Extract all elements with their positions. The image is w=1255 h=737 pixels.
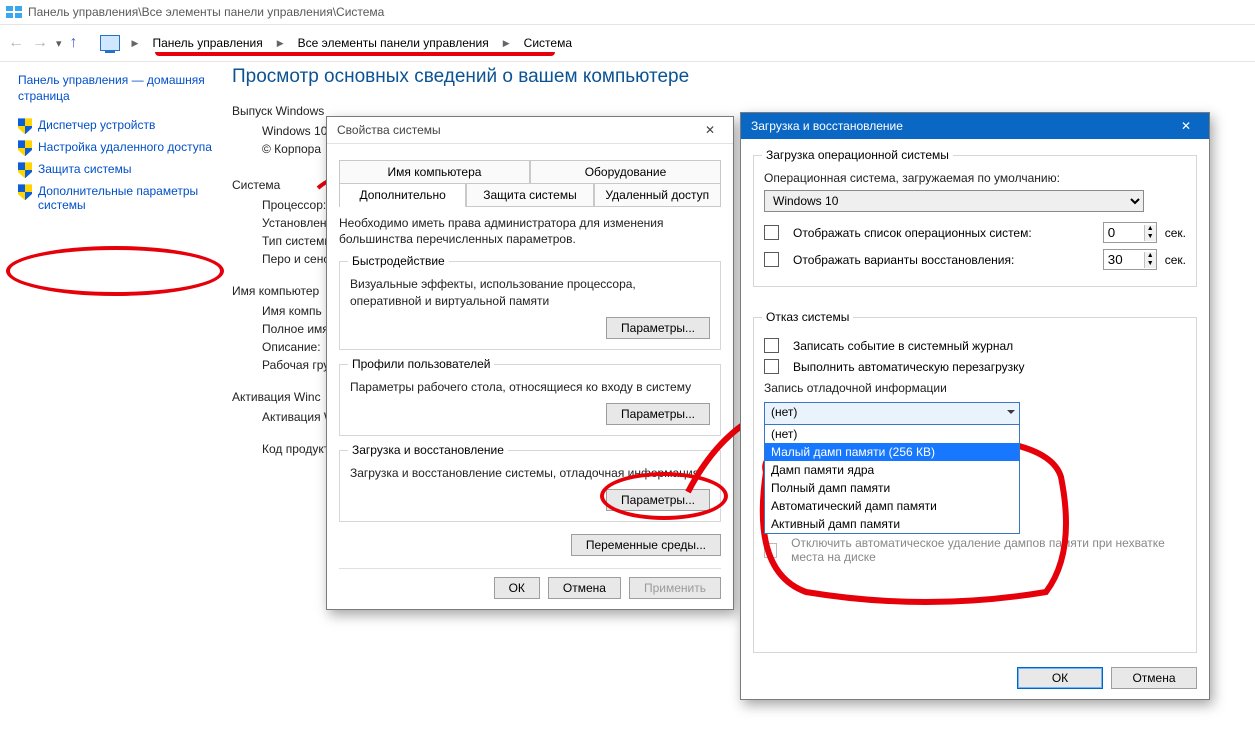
group-system-failure: Отказ системы Записать событие в системн…	[753, 317, 1197, 653]
auto-restart-label: Выполнить автоматическую перезагрузку	[793, 360, 1025, 374]
tab-hardware[interactable]: Оборудование	[530, 160, 721, 183]
close-icon[interactable]: ✕	[1167, 115, 1205, 137]
dump-type-option[interactable]: Дамп памяти ядра	[765, 461, 1019, 479]
default-os-label: Операционная система, загружаемая по умо…	[764, 170, 1186, 186]
back-arrow-icon[interactable]: ←	[8, 34, 24, 52]
ok-button[interactable]: ОК	[494, 577, 540, 599]
app-icon	[6, 6, 22, 18]
group-title: Профили пользователей	[348, 357, 494, 371]
oslist-seconds-value[interactable]	[1104, 223, 1144, 242]
breadcrumb-all-items[interactable]: Все элементы панели управления	[298, 36, 489, 50]
dump-type-option[interactable]: Малый дамп памяти (256 КВ)	[765, 443, 1019, 461]
dialog-titlebar[interactable]: Загрузка и восстановление ✕	[741, 113, 1209, 139]
dump-label: Запись отладочной информации	[764, 380, 1186, 396]
write-event-label: Записать событие в системный журнал	[793, 339, 1013, 353]
startup-settings-button[interactable]: Параметры...	[606, 489, 710, 511]
recovery-seconds-spinner[interactable]: ▲▼	[1103, 249, 1157, 270]
recovery-seconds-value[interactable]	[1104, 250, 1144, 269]
dump-type-option[interactable]: Полный дамп памяти	[765, 479, 1019, 497]
dump-type-option[interactable]: (нет)	[765, 425, 1019, 443]
annotation-circle-sidebar	[6, 246, 224, 296]
tab-system-protection[interactable]: Защита системы	[466, 183, 593, 206]
recovery-label: Отображать варианты восстановления:	[793, 253, 1095, 267]
sidebar-item-label: Настройка удаленного доступа	[38, 140, 212, 154]
spin-down-icon[interactable]: ▼	[1145, 260, 1156, 268]
shield-icon	[18, 118, 32, 134]
shield-icon	[18, 162, 32, 178]
system-properties-dialog: Свойства системы ✕ Имя компьютера Оборуд…	[326, 116, 734, 610]
group-user-profiles: Профили пользователей Параметры рабочего…	[339, 364, 721, 436]
auto-restart-checkbox[interactable]	[764, 359, 779, 374]
control-panel-sidebar: Панель управления — домашняя страница Ди…	[0, 64, 244, 226]
group-performance: Быстродействие Визуальные эффекты, испол…	[339, 261, 721, 349]
ok-button[interactable]: ОК	[1017, 667, 1103, 689]
up-arrow-icon[interactable]: ↑	[70, 34, 78, 52]
oslist-label: Отображать список операционных систем:	[793, 226, 1095, 240]
write-event-checkbox[interactable]	[764, 338, 779, 353]
close-icon[interactable]: ✕	[691, 119, 729, 141]
performance-text: Визуальные эффекты, использование процес…	[350, 276, 710, 308]
cancel-button[interactable]: Отмена	[1111, 667, 1197, 689]
sidebar-item-system-protection[interactable]: Защита системы	[18, 162, 238, 178]
sidebar-item-label: Защита системы	[38, 162, 131, 176]
apply-button[interactable]: Применить	[629, 577, 721, 599]
disable-autodelete-checkbox[interactable]	[764, 543, 777, 558]
sidebar-home-link[interactable]: Панель управления — домашняя страница	[18, 72, 238, 104]
tab-computer-name[interactable]: Имя компьютера	[339, 160, 530, 183]
breadcrumb-root[interactable]: Панель управления	[152, 36, 262, 50]
group-system-startup: Загрузка операционной системы Операционн…	[753, 155, 1197, 287]
shield-icon	[18, 184, 32, 200]
environment-variables-button[interactable]: Переменные среды...	[571, 534, 721, 556]
breadcrumb-system[interactable]: Система	[524, 36, 572, 50]
group-title: Быстродействие	[348, 254, 449, 268]
forward-arrow-icon: →	[32, 34, 48, 52]
dump-type-option[interactable]: Автоматический дамп памяти	[765, 497, 1019, 515]
group-startup-recovery: Загрузка и восстановление Загрузка и вос…	[339, 450, 721, 522]
cancel-button[interactable]: Отмена	[548, 577, 621, 599]
recovery-checkbox[interactable]	[764, 252, 779, 267]
spin-down-icon[interactable]: ▼	[1145, 233, 1156, 241]
shield-icon	[18, 140, 32, 156]
spin-up-icon[interactable]: ▲	[1145, 252, 1156, 260]
dump-type-selected[interactable]: (нет)	[764, 402, 1020, 426]
tab-remote[interactable]: Удаленный доступ	[594, 183, 721, 206]
admin-hint: Необходимо иметь права администратора дл…	[339, 215, 721, 247]
disable-autodelete-label: Отключить автоматическое удаление дампов…	[791, 536, 1186, 564]
startup-text: Загрузка и восстановление системы, отлад…	[350, 465, 710, 481]
seconds-label: сек.	[1165, 253, 1186, 267]
tab-strip: Имя компьютера Оборудование Дополнительн…	[339, 160, 721, 207]
profiles-text: Параметры рабочего стола, относящиеся ко…	[350, 379, 710, 395]
sidebar-item-advanced-system-settings[interactable]: Дополнительные параметры системы	[18, 184, 238, 212]
group-title: Загрузка и восстановление	[348, 443, 508, 457]
profiles-settings-button[interactable]: Параметры...	[606, 403, 710, 425]
window-title: Панель управления\Все элементы панели уп…	[28, 5, 384, 19]
default-os-select[interactable]: Windows 10	[764, 190, 1144, 212]
sidebar-item-label: Дополнительные параметры системы	[38, 184, 238, 212]
chevron-right-icon[interactable]: ▶	[132, 38, 139, 49]
oslist-seconds-spinner[interactable]: ▲▼	[1103, 222, 1157, 243]
chevron-right-icon[interactable]: ▶	[277, 38, 284, 49]
performance-settings-button[interactable]: Параметры...	[606, 317, 710, 339]
spin-up-icon[interactable]: ▲	[1145, 225, 1156, 233]
startup-recovery-dialog: Загрузка и восстановление ✕ Загрузка опе…	[740, 112, 1210, 700]
group-title: Отказ системы	[762, 310, 853, 324]
monitor-icon	[100, 35, 120, 51]
dialog-title: Свойства системы	[337, 123, 441, 137]
sidebar-item-remote-settings[interactable]: Настройка удаленного доступа	[18, 140, 238, 156]
sidebar-item-device-manager[interactable]: Диспетчер устройств	[18, 118, 238, 134]
dump-type-option[interactable]: Активный дамп памяти	[765, 515, 1019, 533]
dialog-title: Загрузка и восстановление	[751, 119, 903, 133]
dialog-titlebar[interactable]: Свойства системы ✕	[327, 117, 733, 144]
chevron-right-icon[interactable]: ▶	[503, 38, 510, 49]
oslist-checkbox[interactable]	[764, 225, 779, 240]
sidebar-item-label: Диспетчер устройств	[38, 118, 155, 132]
group-title: Загрузка операционной системы	[762, 148, 953, 162]
tab-advanced[interactable]: Дополнительно	[339, 183, 466, 206]
seconds-label: сек.	[1165, 226, 1186, 240]
dump-type-combobox[interactable]: (нет) (нет)Малый дамп памяти (256 КВ)Дам…	[764, 402, 1020, 426]
history-dropdown-icon[interactable]: ▾	[56, 37, 62, 50]
dump-type-list: (нет)Малый дамп памяти (256 КВ)Дамп памя…	[764, 424, 1020, 534]
page-heading: Просмотр основных сведений о вашем компь…	[232, 66, 1245, 88]
window-titlebar: Панель управления\Все элементы панели уп…	[0, 0, 1255, 25]
